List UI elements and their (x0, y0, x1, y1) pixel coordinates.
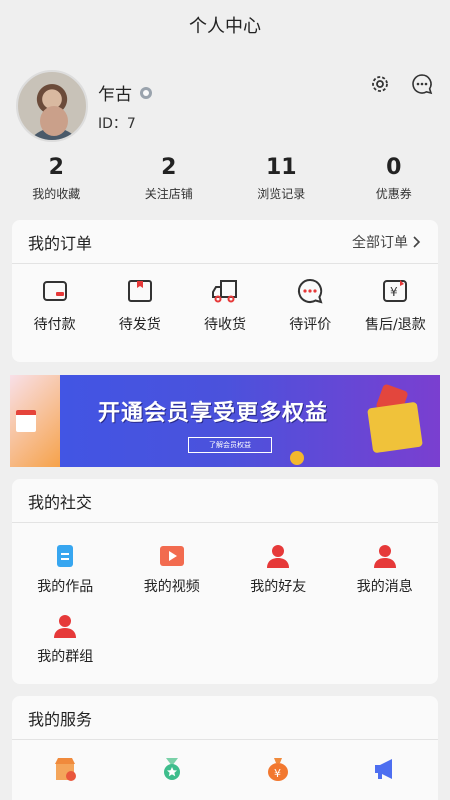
social-item-videos[interactable]: 我的视频 (119, 543, 226, 613)
social-item-groups[interactable]: 我的群组 (12, 613, 119, 683)
social-header: 我的社交 (12, 479, 438, 523)
stat-label: 优惠券 (375, 187, 412, 201)
social-title: 我的社交 (28, 492, 93, 512)
username: 乍古 (98, 85, 132, 105)
service-item-store[interactable] (12, 756, 119, 796)
stat-coupons[interactable]: 0 优惠券 (338, 145, 450, 210)
megaphone-icon (374, 759, 392, 779)
user-icon (373, 545, 396, 568)
order-pending-payment[interactable]: 待付款 (12, 276, 97, 334)
social-label: 我的好友 (250, 579, 307, 595)
order-pending-review[interactable]: 待评价 (268, 276, 353, 334)
profile-section: 乍古 ID：7 (0, 50, 450, 145)
social-label: 我的群组 (37, 649, 94, 665)
order-pending-shipment[interactable]: 待发货 (97, 276, 182, 334)
all-orders-label: 全部订单 (352, 234, 408, 251)
user-icon (267, 545, 290, 568)
banner-headline: 开通会员享受更多权益 (98, 401, 329, 426)
wallet-icon (42, 281, 67, 301)
membership-banner[interactable]: 开通会员享受更多权益 了解会员权益 (10, 375, 440, 467)
stat-value: 11 (265, 155, 297, 180)
services-title: 我的服务 (28, 709, 93, 729)
gear-icon (372, 76, 388, 92)
stats-row: 2 我的收藏 2 关注店铺 11 浏览记录 0 优惠券 (0, 145, 450, 210)
orders-title: 我的订单 (28, 233, 93, 253)
document-icon (57, 545, 74, 567)
social-item-messages[interactable]: 我的消息 (332, 543, 439, 613)
all-orders-link[interactable]: 全部订单 (352, 232, 422, 252)
store-icon (55, 758, 77, 781)
svg-text:¥: ¥ (274, 767, 281, 780)
banner-cta-button[interactable]: 了解会员权益 (188, 437, 272, 453)
refund-icon: ¥ (383, 280, 408, 302)
stat-label: 浏览记录 (257, 187, 306, 201)
coin-illustration (290, 451, 304, 465)
stat-value: 0 (386, 155, 402, 180)
user-id: ID：7 (98, 116, 136, 132)
social-item-works[interactable]: 我的作品 (12, 543, 119, 613)
stat-followed-shops[interactable]: 2 关注店铺 (113, 145, 226, 210)
username-row: 乍古 (98, 80, 154, 105)
chat-bubble-icon (412, 74, 433, 95)
stat-favorites[interactable]: 2 我的收藏 (0, 145, 113, 210)
stat-label: 关注店铺 (144, 187, 193, 201)
video-icon (159, 546, 184, 566)
page-title: 个人中心 (189, 16, 261, 37)
services-card: 我的服务 ¥ (12, 696, 438, 800)
chevron-right-icon (413, 235, 421, 248)
chat-icon (298, 278, 323, 304)
order-label: 待发货 (118, 317, 161, 333)
order-after-sales[interactable]: ¥ 售后/退款 (353, 276, 438, 334)
avatar[interactable] (16, 70, 88, 142)
message-button[interactable] (408, 70, 436, 98)
stat-value: 2 (161, 155, 177, 180)
order-label: 售后/退款 (365, 317, 426, 333)
box-icon (127, 280, 152, 302)
services-header: 我的服务 (12, 696, 438, 740)
user-icon (54, 615, 77, 638)
order-pending-receipt[interactable]: 待收货 (182, 276, 267, 334)
service-item-money[interactable]: ¥ (225, 756, 332, 796)
gift-box-illustration (367, 401, 423, 454)
social-label: 我的视频 (143, 579, 200, 595)
settings-button[interactable] (366, 70, 394, 98)
stat-value: 2 (48, 155, 64, 180)
order-label: 待付款 (33, 317, 76, 333)
stat-history[interactable]: 11 浏览记录 (225, 145, 338, 210)
social-item-friends[interactable]: 我的好友 (225, 543, 332, 613)
svg-text:¥: ¥ (390, 285, 398, 299)
order-label: 待收货 (204, 317, 246, 333)
truck-icon (212, 280, 237, 303)
calendar-illustration (10, 375, 60, 467)
orders-card: 我的订单 全部订单 待付款 待发货 待收货 待评价 ¥ 售后/退款 (12, 220, 438, 362)
social-label: 我的作品 (37, 579, 94, 595)
social-label: 我的消息 (356, 579, 413, 595)
order-label: 待评价 (289, 317, 332, 333)
page-title-bar: 个人中心 (0, 0, 450, 50)
stat-label: 我的收藏 (32, 187, 81, 201)
orders-header: 我的订单 全部订单 (12, 220, 438, 264)
social-card: 我的社交 我的作品 我的视频 我的好友 我的消息 我的群组 (12, 479, 438, 684)
money-bag-icon: ¥ (268, 758, 289, 781)
medal-icon (163, 758, 180, 780)
service-item-announcement[interactable] (332, 756, 439, 796)
member-badge-icon (140, 86, 152, 99)
service-item-medal[interactable] (119, 756, 226, 796)
